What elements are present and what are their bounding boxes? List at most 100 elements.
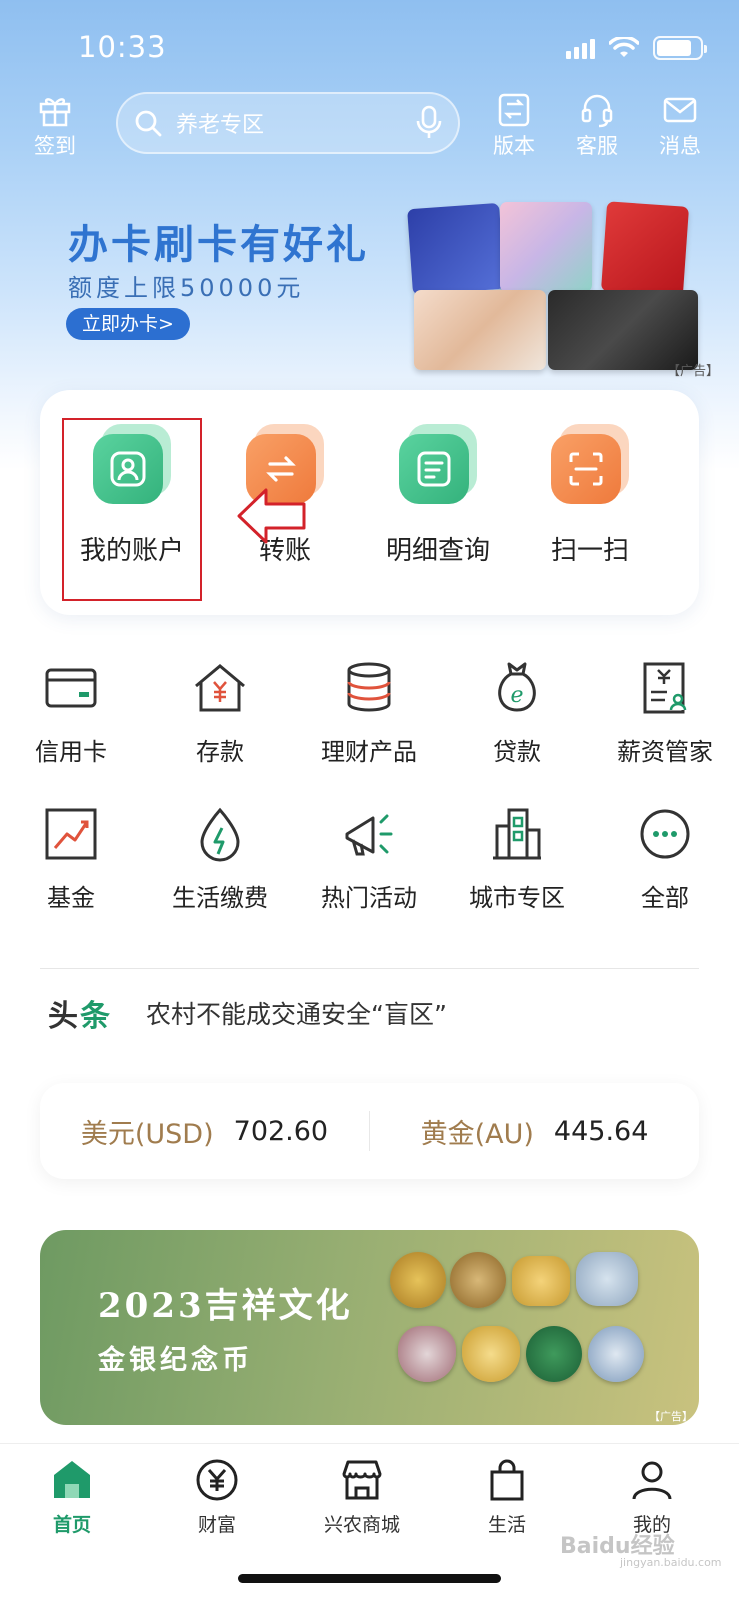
headline-tag: 头条: [48, 991, 112, 1035]
service-label: 信用卡: [35, 738, 107, 766]
service-fund[interactable]: 基金: [6, 806, 136, 913]
top-nav: 签到 养老专区 版本 客服 消息: [0, 92, 739, 172]
usd-rate[interactable]: 美元(USD) 702.60: [40, 1112, 369, 1151]
tab-label: 财富: [197, 1514, 236, 1536]
service-loan[interactable]: e 贷款: [452, 660, 582, 767]
version-label: 版本: [493, 134, 535, 158]
watermark-sub: jingyan.baidu.com: [620, 1556, 722, 1569]
service-label: 城市专区: [469, 884, 565, 912]
envelope-icon: [663, 97, 697, 123]
tab-life[interactable]: 生活: [447, 1458, 567, 1537]
coin-image: [390, 1252, 446, 1308]
tab-wealth[interactable]: 财富: [157, 1458, 277, 1537]
service-deposit[interactable]: 存款: [155, 660, 285, 767]
service-label: 热门活动: [321, 884, 417, 912]
promo-ad-tag: 【广告】: [649, 1410, 693, 1423]
customer-service-button[interactable]: 客服: [562, 92, 632, 160]
version-button[interactable]: 版本: [479, 92, 549, 160]
tab-label: 兴农商城: [323, 1514, 400, 1536]
service-all[interactable]: 全部: [600, 806, 730, 913]
microphone-icon[interactable]: [416, 105, 442, 141]
city-icon: [493, 808, 541, 860]
service-label: 基金: [47, 884, 95, 912]
service-label: 薪资管家: [617, 738, 713, 766]
annotation-arrow-icon: [237, 488, 306, 544]
divider: [40, 968, 699, 969]
loan-icon: e: [498, 662, 536, 712]
quick-scan[interactable]: 扫一扫: [520, 424, 660, 567]
service-utility-payment[interactable]: 生活缴费: [155, 806, 285, 913]
message-button[interactable]: 消息: [645, 92, 715, 160]
quick-label: 扫一扫: [550, 536, 629, 566]
card-image-black: [548, 290, 698, 370]
shop-icon: [342, 1460, 382, 1500]
tab-label: 生活: [487, 1514, 526, 1536]
gold-rate[interactable]: 黄金(AU) 445.64: [370, 1112, 699, 1151]
service-label: 贷款: [493, 738, 541, 766]
ad-tag: 【广告】: [666, 364, 719, 379]
coin-image: [450, 1252, 506, 1308]
tab-mall[interactable]: 兴农商城: [302, 1458, 422, 1537]
coin-image: [462, 1326, 520, 1382]
tab-mine[interactable]: 我的: [592, 1458, 712, 1537]
rate-value: 702.60: [233, 1115, 329, 1147]
card-image-gold: [414, 290, 546, 370]
annotation-highlight-box: [62, 418, 202, 601]
quick-statement[interactable]: 明细查询: [368, 424, 508, 567]
status-bar: 10:33: [0, 0, 739, 95]
statement-icon: [399, 424, 477, 504]
scan-icon: [551, 424, 629, 504]
headline-tag-char: 条: [80, 999, 112, 1034]
coin-image: [398, 1326, 456, 1382]
fund-icon: [45, 808, 97, 860]
card-image-blue: [407, 202, 505, 296]
banner-title: 办卡刷卡有好礼: [68, 222, 369, 268]
promo-title: 2023吉祥文化: [98, 1286, 353, 1326]
cellular-signal-icon: [566, 37, 595, 59]
coin-image: [512, 1256, 570, 1306]
credit-card-banner[interactable]: 办卡刷卡有好礼 额度上限50000元 立即办卡> 【广告】: [0, 190, 739, 390]
profile-icon: [632, 1461, 672, 1500]
more-icon: [640, 809, 690, 859]
version-switch-icon: [498, 93, 530, 127]
apply-card-button[interactable]: 立即办卡>: [66, 308, 190, 340]
service-label: 理财产品: [321, 738, 417, 766]
deposit-icon: [195, 664, 245, 712]
rate-name: 黄金(AU): [420, 1118, 534, 1150]
message-label: 消息: [659, 134, 701, 158]
banner-subtitle: 额度上限50000元: [68, 274, 305, 302]
headline-news[interactable]: 头条 农村不能成交通安全“盲区”: [48, 988, 698, 1038]
battery-icon: [653, 36, 707, 60]
promo-subtitle: 金银纪念币: [98, 1345, 253, 1376]
headline-tag-char: 头: [48, 999, 80, 1034]
utility-payment-icon: [200, 807, 240, 862]
rate-name: 美元(USD): [80, 1118, 214, 1150]
rate-value: 445.64: [553, 1115, 649, 1147]
home-icon: [54, 1461, 90, 1498]
status-time: 10:33: [78, 30, 167, 64]
exchange-rate-card[interactable]: 美元(USD) 702.60 黄金(AU) 445.64: [40, 1083, 699, 1179]
yuan-circle-icon: [196, 1459, 238, 1501]
checkin-button[interactable]: 签到: [20, 92, 90, 160]
coin-image: [576, 1252, 638, 1306]
service-label: 存款: [196, 738, 244, 766]
card-image-red: [600, 201, 690, 297]
service-wealth-product[interactable]: 理财产品: [304, 660, 434, 767]
search-placeholder: 养老专区: [176, 113, 265, 138]
wifi-icon: [609, 37, 639, 57]
search-bar[interactable]: 养老专区: [116, 92, 460, 154]
svg-text:e: e: [510, 683, 523, 708]
wealth-product-icon: [347, 662, 391, 712]
salary-icon: [643, 662, 687, 714]
service-salary[interactable]: 薪资管家: [600, 660, 730, 767]
coin-image: [526, 1326, 582, 1382]
service-credit-card[interactable]: 信用卡: [6, 660, 136, 767]
tab-home[interactable]: 首页: [12, 1458, 132, 1537]
commemorative-coin-banner[interactable]: 2023吉祥文化 金银纪念币 【广告】: [40, 1230, 699, 1425]
home-indicator[interactable]: [238, 1574, 501, 1583]
service-city-zone[interactable]: 城市专区: [452, 806, 582, 913]
service-hot-activity[interactable]: 热门活动: [304, 806, 434, 913]
shopping-bag-icon: [490, 1459, 524, 1501]
tab-label: 首页: [52, 1514, 91, 1536]
service-label: 生活缴费: [172, 884, 268, 912]
